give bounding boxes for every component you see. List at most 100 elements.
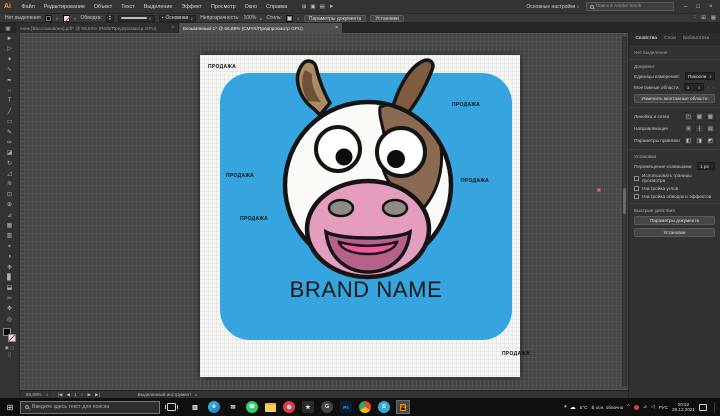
canvas[interactable]: BRAND NAME ПРОДАЖА ПРОДАЖА ПРОДАЖА ПРОДА… [20, 33, 628, 390]
variable-width-profile-dropdown[interactable]: ∨ [117, 14, 155, 22]
taskbar-app-g[interactable]: G [321, 401, 333, 413]
menu-item[interactable]: Окно [240, 4, 262, 10]
language-indicator[interactable]: РУС [659, 405, 668, 410]
pencil-tool[interactable]: ✏ [7, 138, 12, 148]
adobe-stock-search[interactable]: Поиск в Adobe Stock [585, 2, 674, 11]
artboard-nav-arrows[interactable]: ‹ › [708, 85, 715, 90]
sale-text[interactable]: ПРОДАЖА [226, 173, 254, 179]
sale-text[interactable]: ПРОДАЖА [208, 64, 236, 70]
taskbar-app-edge[interactable]: e [208, 401, 220, 413]
sale-text[interactable]: ПРОДАЖА [461, 178, 489, 184]
antivirus-tray-icon[interactable] [633, 404, 639, 410]
screen-mode-icon[interactable]: ▯ [8, 352, 11, 358]
menu-item[interactable]: Текст [117, 4, 140, 10]
tab-layers[interactable]: Слои [660, 36, 679, 41]
document-setup-button[interactable]: Параметры документа [634, 216, 715, 225]
direct-selection-tool[interactable]: ▷ [7, 44, 12, 54]
hand-tool[interactable]: ✥ [7, 304, 12, 314]
taskbar-app-skype[interactable]: S [378, 401, 390, 413]
stroke-swatch[interactable] [7, 333, 16, 342]
start-button[interactable]: ⊞ [0, 403, 20, 412]
taskbar-search[interactable]: Введите здесь текст для поиска [20, 400, 160, 414]
symbol-sprayer-tool[interactable]: ❉ [7, 263, 12, 273]
checkbox-icon[interactable] [634, 186, 639, 191]
taskbar-app-whatsapp[interactable]: ☎ [246, 401, 258, 413]
shape-builder-tool[interactable]: ⊕ [7, 200, 12, 210]
taskbar-app-star[interactable]: ★ [302, 401, 314, 413]
show-desktop-button[interactable] [714, 401, 717, 413]
weather-text[interactable]: В осн. облачно [591, 405, 623, 410]
arrange-icon[interactable]: ▤ [320, 4, 325, 10]
transparency-grid-icon[interactable]: ▩ [706, 112, 715, 121]
artboard-tool[interactable]: ⬓ [7, 283, 13, 293]
artboard-number[interactable]: 1 [74, 392, 77, 397]
menu-item[interactable]: Файл [17, 4, 39, 10]
menu-item[interactable]: Редактирование [39, 4, 89, 10]
stroke-color-swatch[interactable] [62, 14, 70, 22]
blend-tool[interactable]: ◑ [8, 252, 12, 262]
fill-color-swatch[interactable] [44, 14, 52, 22]
rotate-tool[interactable]: ↻ [7, 159, 12, 169]
weather-temp[interactable]: 5°C [580, 405, 588, 410]
workspace-switcher[interactable]: Основные настройки ∨ [526, 4, 579, 10]
share-icon[interactable]: ➤ [329, 4, 334, 10]
panels-icon[interactable]: ▦ [711, 15, 716, 21]
taskbar-app-illustrator-active[interactable]: Ai [396, 400, 410, 414]
graphic-style-swatch[interactable] [285, 14, 293, 22]
snap-pixel-icon[interactable]: ◨ [695, 136, 704, 145]
gradient-tool[interactable]: ▥ [7, 231, 13, 241]
first-artboard-icon[interactable]: |◀ [58, 392, 63, 398]
rulers-icon[interactable]: ◰ [684, 112, 693, 121]
zoom-dropdown-icon[interactable]: ∨ [46, 392, 49, 397]
document-tab-2[interactable]: Безымянный-1* @ 66,89% (CMYK/Предпросмот… [179, 23, 342, 33]
lock-guides-icon[interactable]: ┼ [695, 124, 704, 133]
document-tab-1[interactable]: нник [Восстановлен].pdf* @ 96,93% (RGB/П… [16, 23, 179, 33]
sale-text[interactable]: ПРОДАЖА [452, 102, 480, 108]
lasso-tool[interactable]: ∿ [7, 65, 12, 75]
cow-illustration[interactable] [278, 57, 458, 282]
perspective-grid-tool[interactable]: ⊿ [7, 211, 12, 221]
taskbar-clock[interactable]: 20:52 28.12.2021 [672, 402, 695, 413]
checkbox-icon[interactable] [634, 175, 639, 181]
taskbar-app-mail[interactable]: ✉ [227, 401, 239, 413]
menu-item[interactable]: Выделение [139, 4, 177, 10]
tab-libraries[interactable]: Библиотеки [679, 36, 713, 41]
line-segment-tool[interactable]: ╱ [8, 107, 12, 117]
next-artboard-icon[interactable]: ▶ [88, 392, 92, 398]
pen-tool[interactable]: ✒ [7, 76, 12, 86]
edit-artboards-button[interactable]: Изменить монтажные области [634, 94, 715, 103]
tab-properties[interactable]: Свойства [632, 36, 660, 41]
snap-point-icon[interactable]: ◩ [706, 136, 715, 145]
taskbar-app-explorer[interactable] [265, 402, 276, 412]
opacity-value[interactable]: 100% [244, 15, 257, 21]
draw-behind-icon[interactable]: ▢ [10, 345, 14, 351]
mesh-tool[interactable]: ▦ [7, 221, 13, 231]
free-transform-tool[interactable]: ⊡ [7, 190, 12, 200]
type-tool[interactable]: T [8, 96, 12, 106]
brush-definition-dropdown[interactable]: ▪ Основная ∨ [158, 14, 197, 22]
draw-normal-icon[interactable]: ▣ [5, 345, 9, 351]
show-guides-icon[interactable]: ⊞ [684, 124, 693, 133]
menu-item[interactable]: Справка [262, 4, 292, 10]
scale-strokes-effects-option[interactable]: Настройка обводок и эффектов [634, 194, 715, 199]
scrollbar-thumb[interactable] [623, 188, 626, 214]
brand-name-text[interactable]: BRAND NAME [220, 277, 512, 303]
task-view-button[interactable] [165, 403, 178, 411]
artboards-dropdown[interactable]: 1 ∨ [683, 83, 704, 91]
eraser-tool[interactable]: ◪ [7, 148, 13, 158]
document-layout-icon[interactable]: ⊞ [701, 15, 706, 21]
layout-icon[interactable]: ▣ [310, 4, 315, 10]
home-icon[interactable]: ▣ [0, 25, 16, 33]
app-grid-icon[interactable]: ⊞ [302, 4, 307, 10]
arrange-documents-icon[interactable]: ∷ [693, 15, 697, 21]
preview-bounds-option[interactable]: Использовать границы просмотра [634, 173, 715, 183]
slice-tool[interactable]: ✂ [7, 294, 12, 304]
stray-object[interactable] [597, 188, 601, 192]
width-tool[interactable]: ≋ [7, 179, 12, 189]
menu-item[interactable]: Эффект [177, 4, 207, 10]
zoom-level[interactable]: 66,89% [26, 392, 42, 397]
preferences-button[interactable]: Установки [370, 14, 404, 22]
sale-text[interactable]: ПРОДАЖА [240, 216, 268, 222]
scale-corners-option[interactable]: Настройка углов [634, 186, 715, 191]
taskbar-app-store[interactable]: ▥ [189, 401, 201, 413]
